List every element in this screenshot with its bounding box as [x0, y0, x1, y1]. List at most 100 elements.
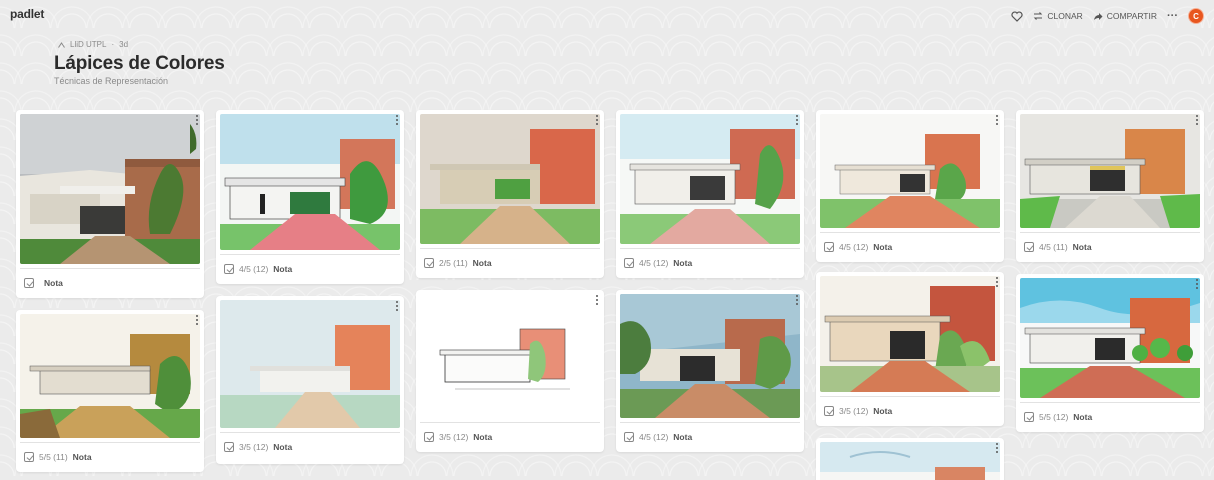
post-card[interactable]: 5/5 (11) Nota: [16, 310, 204, 472]
post-footer: 4/5 (11) Nota: [1024, 242, 1092, 252]
post-card[interactable]: Nota: [16, 110, 204, 298]
post-footer: 2/5 (11) Nota: [424, 258, 492, 268]
note-label: Nota: [273, 442, 293, 452]
divider: [620, 248, 800, 249]
post-menu-button[interactable]: [993, 113, 1001, 127]
post-menu-button[interactable]: [993, 441, 1001, 455]
breadcrumb-owner[interactable]: LliD UTPL: [70, 40, 106, 49]
post-card[interactable]: 3/5 (12) Nota: [416, 290, 604, 452]
post-card[interactable]: 3/5 (12) Nota: [816, 272, 1004, 426]
checkbox-icon[interactable]: [24, 278, 34, 288]
post-image[interactable]: [620, 114, 800, 244]
checkbox-icon[interactable]: [224, 264, 234, 274]
clone-label: CLONAR: [1047, 11, 1083, 21]
divider: [220, 432, 400, 433]
divider: [420, 422, 600, 423]
post-menu-button[interactable]: [1193, 277, 1201, 291]
post-footer: 3/5 (12) Nota: [424, 432, 492, 442]
post-menu-button[interactable]: [593, 113, 601, 127]
post-image[interactable]: [420, 114, 600, 244]
divider: [220, 254, 400, 255]
checkbox-icon[interactable]: [24, 452, 34, 462]
post-footer: 4/5 (12) Nota: [624, 258, 692, 268]
post-footer: 3/5 (12) Nota: [824, 406, 892, 416]
checkbox-icon[interactable]: [424, 258, 434, 268]
note-label: Nota: [673, 258, 693, 268]
note-label: Nota: [1072, 242, 1092, 252]
post-image[interactable]: [220, 114, 400, 250]
post-card[interactable]: 4/5 (11) Nota: [1016, 110, 1204, 262]
page-title: Lápices de Colores: [54, 53, 225, 74]
post-card[interactable]: [816, 438, 1004, 480]
post-menu-button[interactable]: [1193, 113, 1201, 127]
post-image[interactable]: [220, 300, 400, 428]
post-menu-button[interactable]: [393, 113, 401, 127]
grade: 3/5 (12): [239, 442, 269, 452]
more-icon: ···: [1167, 10, 1178, 22]
post-card[interactable]: 3/5 (12) Nota: [216, 296, 404, 464]
post-image[interactable]: [620, 294, 800, 418]
post-menu-button[interactable]: [593, 293, 601, 307]
note-label: Nota: [472, 258, 492, 268]
share-button[interactable]: COMPARTIR: [1093, 11, 1157, 21]
checkbox-icon[interactable]: [824, 406, 834, 416]
divider: [620, 422, 800, 423]
grade: 5/5 (12): [1039, 412, 1069, 422]
post-card[interactable]: 4/5 (12) Nota: [816, 110, 1004, 262]
grade: 4/5 (11): [1039, 242, 1068, 252]
grade: 4/5 (12): [839, 242, 869, 252]
checkbox-icon[interactable]: [424, 432, 434, 442]
divider: [820, 232, 1000, 233]
checkbox-icon[interactable]: [824, 242, 834, 252]
post-card[interactable]: 4/5 (12) Nota: [216, 110, 404, 284]
grade: 3/5 (12): [839, 406, 869, 416]
share-arrow-icon: [1093, 12, 1103, 20]
post-footer: 4/5 (12) Nota: [824, 242, 892, 252]
note-label: Nota: [1073, 412, 1093, 422]
post-menu-button[interactable]: [393, 299, 401, 313]
post-image[interactable]: [20, 114, 200, 264]
post-image[interactable]: [820, 114, 1000, 228]
checkbox-icon[interactable]: [1024, 412, 1034, 422]
checkbox-icon[interactable]: [624, 258, 634, 268]
checkbox-icon[interactable]: [1024, 242, 1034, 252]
note-label: Nota: [72, 452, 92, 462]
post-image[interactable]: [1020, 278, 1200, 398]
post-card[interactable]: 4/5 (12) Nota: [616, 290, 804, 452]
breadcrumb-separator: ·: [111, 40, 115, 49]
checkbox-icon[interactable]: [224, 442, 234, 452]
top-bar: padlet CLONAR COMPARTIR ··· C: [0, 0, 1214, 36]
more-button[interactable]: ···: [1167, 10, 1178, 22]
post-card[interactable]: 5/5 (12) Nota: [1016, 274, 1204, 432]
divider: [1020, 232, 1200, 233]
grade: 4/5 (12): [639, 432, 669, 442]
post-menu-button[interactable]: [193, 313, 201, 327]
padlet-logo[interactable]: padlet: [10, 7, 44, 21]
post-image[interactable]: [820, 442, 1000, 480]
divider: [20, 268, 200, 269]
post-footer: 5/5 (11) Nota: [24, 452, 92, 462]
post-image[interactable]: [20, 314, 200, 438]
post-menu-button[interactable]: [993, 275, 1001, 289]
divider: [1020, 402, 1200, 403]
grade: 3/5 (12): [439, 432, 469, 442]
toolbar-actions: CLONAR COMPARTIR ··· C: [1011, 8, 1204, 24]
post-menu-button[interactable]: [793, 113, 801, 127]
post-image[interactable]: [820, 276, 1000, 392]
post-card[interactable]: 2/5 (11) Nota: [416, 110, 604, 278]
page-subtitle: Técnicas de Representación: [54, 76, 169, 86]
post-image[interactable]: [420, 294, 600, 418]
checkbox-icon[interactable]: [624, 432, 634, 442]
post-footer: 4/5 (12) Nota: [224, 264, 292, 274]
post-image[interactable]: [1020, 114, 1200, 228]
user-avatar[interactable]: C: [1188, 8, 1204, 24]
like-button[interactable]: [1011, 10, 1023, 22]
clone-button[interactable]: CLONAR: [1033, 11, 1083, 21]
share-label: COMPARTIR: [1106, 11, 1157, 21]
breadcrumb-time: 3d: [119, 40, 129, 49]
board-header: LliD UTPL · 3d Lápices de Colores Técnic…: [54, 40, 225, 86]
divider: [420, 248, 600, 249]
post-menu-button[interactable]: [793, 293, 801, 307]
post-card[interactable]: 4/5 (12) Nota: [616, 110, 804, 278]
post-menu-button[interactable]: [193, 113, 201, 127]
